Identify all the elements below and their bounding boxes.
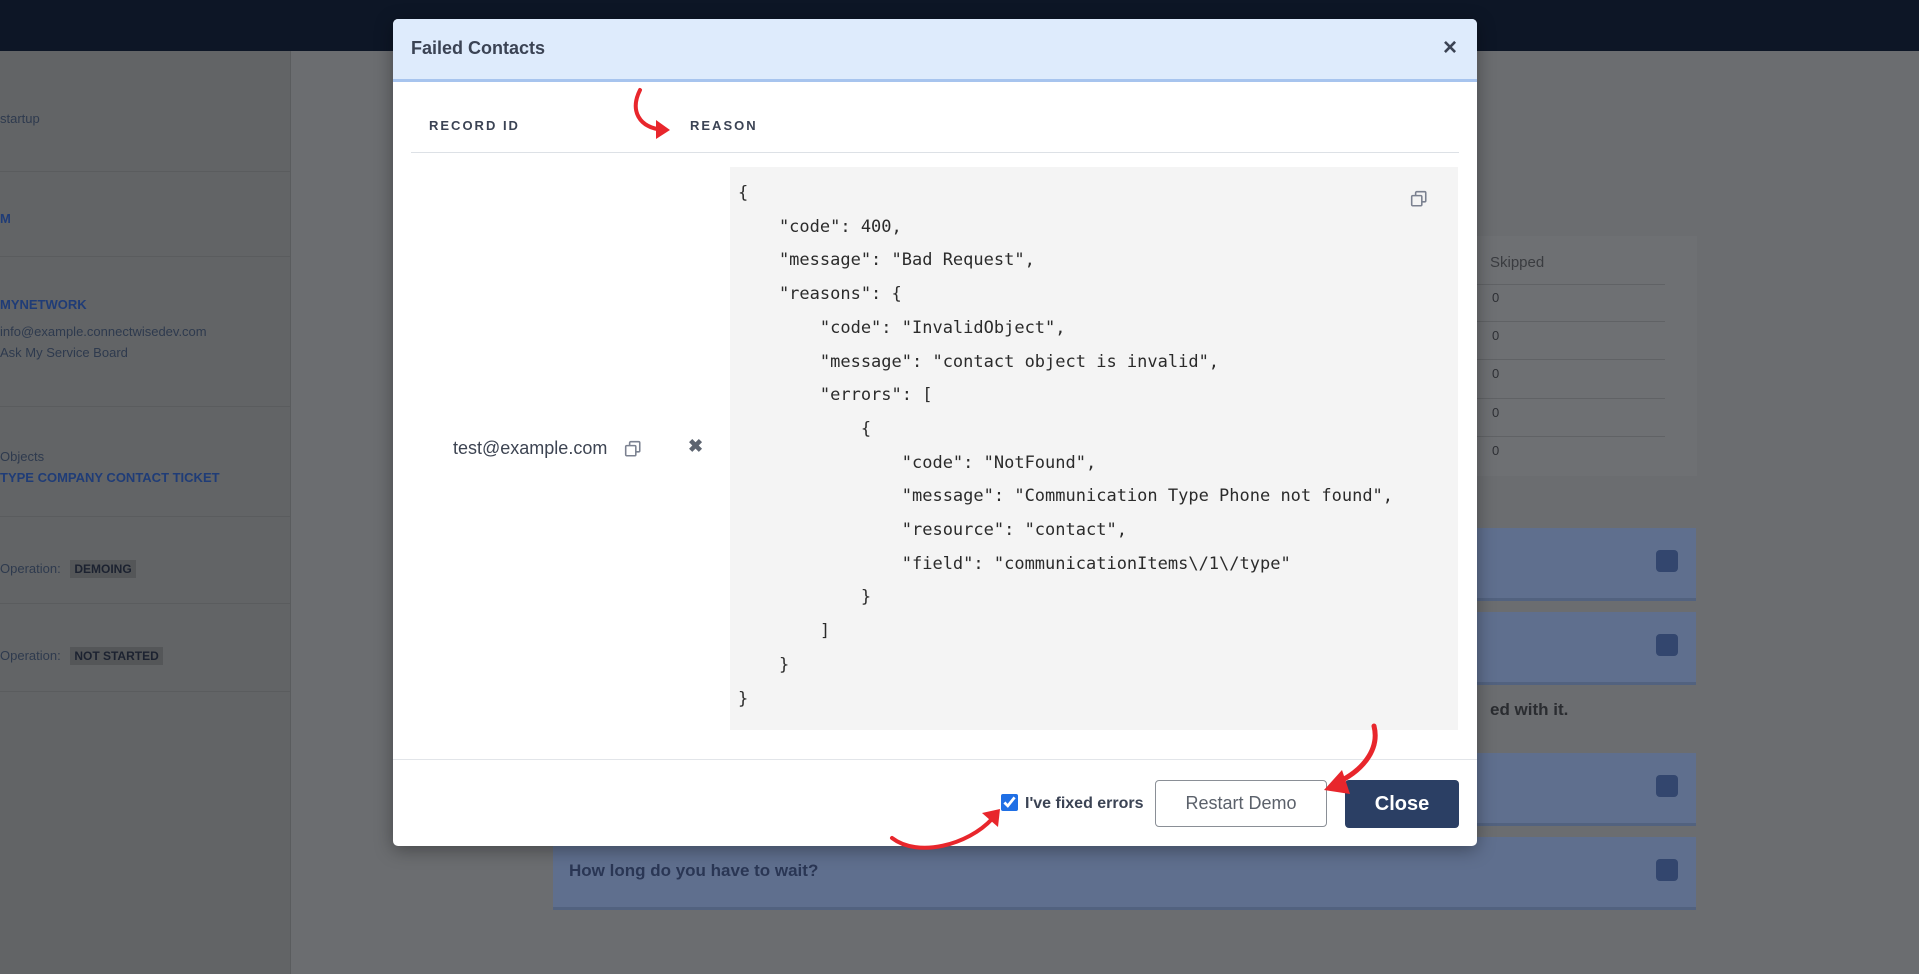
sidebar-objects-label: Objects bbox=[0, 449, 45, 464]
table-cell: 0 bbox=[1492, 366, 1500, 381]
table-cell: 0 bbox=[1492, 290, 1500, 305]
sidebar-divider bbox=[0, 256, 290, 257]
operation-label: Operation: bbox=[0, 561, 61, 576]
sidebar-objects-section: Objects TYPE COMPANY CONTACT TICKET bbox=[0, 449, 290, 485]
sidebar-divider bbox=[0, 516, 290, 517]
accordion-label: How long do you have to wait? bbox=[569, 861, 819, 880]
failed-contacts-modal: Failed Contacts × RECORD ID REASON test@… bbox=[393, 19, 1477, 846]
reason-code-block: { "code": 400, "message": "Bad Request",… bbox=[730, 167, 1458, 730]
sidebar-network-section: MYNETWORK info@example.connectwisedev.co… bbox=[0, 297, 290, 360]
sidebar-email: info@example.connectwisedev.com bbox=[0, 324, 207, 339]
close-icon[interactable]: × bbox=[1435, 33, 1465, 63]
table-header-skipped: Skipped bbox=[1490, 254, 1545, 271]
table-cell: 0 bbox=[1492, 443, 1500, 458]
chevron-icon[interactable] bbox=[1656, 550, 1678, 572]
fixed-errors-checkbox[interactable] bbox=[1001, 794, 1018, 811]
operation-label: Operation: bbox=[0, 648, 61, 663]
sidebar-operation-2: Operation: NOT STARTED bbox=[0, 647, 290, 665]
copy-icon[interactable] bbox=[1410, 190, 1428, 208]
sidebar-top-text: startup bbox=[0, 111, 290, 126]
table-cell: 0 bbox=[1492, 328, 1500, 343]
sidebar-divider bbox=[0, 171, 290, 172]
record-id-value: test@example.com bbox=[453, 438, 608, 458]
table-header-divider bbox=[411, 152, 1459, 153]
sidebar-operation-1: Operation: DEMOING bbox=[0, 560, 290, 578]
restart-demo-button[interactable]: Restart Demo bbox=[1155, 780, 1327, 827]
sidebar-divider bbox=[0, 406, 290, 407]
column-header-reason: REASON bbox=[690, 118, 758, 133]
sidebar-item[interactable]: M bbox=[0, 211, 290, 226]
fixed-errors-label[interactable]: I've fixed errors bbox=[1025, 795, 1144, 813]
modal-title: Failed Contacts bbox=[411, 38, 546, 58]
chevron-icon[interactable] bbox=[1656, 859, 1678, 881]
sidebar-objects-link[interactable]: TYPE COMPANY CONTACT TICKET bbox=[0, 470, 290, 485]
close-button[interactable]: Close bbox=[1345, 780, 1459, 828]
sidebar-divider bbox=[0, 603, 290, 604]
table-cell: 0 bbox=[1492, 405, 1500, 420]
status-badge: DEMOING bbox=[70, 560, 136, 578]
sidebar-item-label: M bbox=[0, 211, 11, 226]
sidebar-board: Ask My Service Board bbox=[0, 345, 128, 360]
background-sidebar: startup M MYNETWORK info@example.connect… bbox=[0, 51, 291, 974]
status-badge: NOT STARTED bbox=[70, 647, 163, 665]
sidebar-divider bbox=[0, 691, 290, 692]
footer-divider bbox=[393, 759, 1477, 760]
sidebar-network-title[interactable]: MYNETWORK bbox=[0, 297, 290, 312]
column-header-record-id: RECORD ID bbox=[429, 118, 520, 133]
background-accordion[interactable]: How long do you have to wait? bbox=[553, 837, 1696, 910]
chevron-icon[interactable] bbox=[1656, 775, 1678, 797]
sidebar-top-label: startup bbox=[0, 111, 40, 126]
modal-header: Failed Contacts × bbox=[393, 19, 1477, 82]
background-partial-text: ed with it. bbox=[1490, 700, 1569, 719]
reason-json: { "code": 400, "message": "Bad Request",… bbox=[738, 183, 1394, 709]
chevron-icon[interactable] bbox=[1656, 634, 1678, 656]
remove-icon[interactable]: ✖ bbox=[688, 436, 703, 457]
copy-icon[interactable] bbox=[624, 440, 642, 458]
